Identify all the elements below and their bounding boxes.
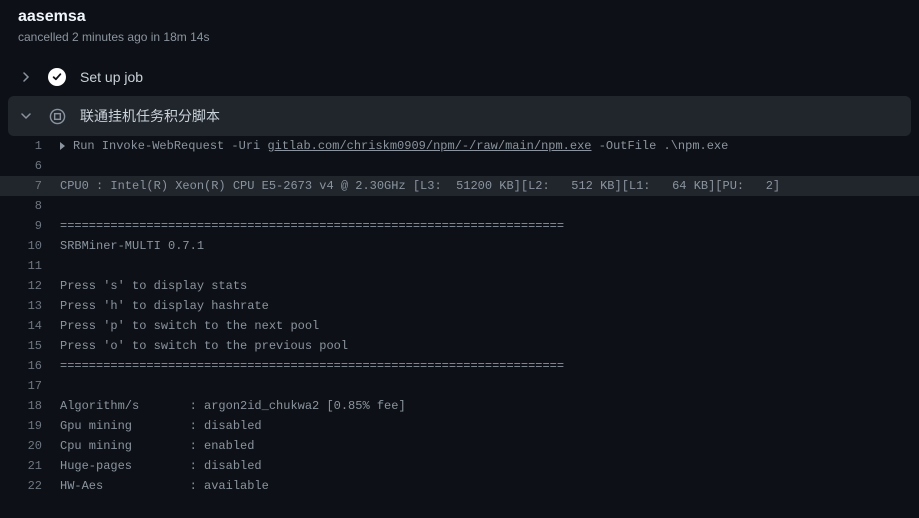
log-line[interactable]: 14Press 'p' to switch to the next pool [0, 316, 919, 336]
step-script-label: 联通挂机任务积分脚本 [80, 106, 220, 126]
line-content: Press 'p' to switch to the next pool [60, 316, 919, 336]
log-line[interactable]: 8 [0, 196, 919, 216]
log-line[interactable]: 6 [0, 156, 919, 176]
log-line[interactable]: 13Press 'h' to display hashrate [0, 296, 919, 316]
line-number: 13 [0, 296, 60, 316]
log-line[interactable]: 15Press 'o' to switch to the previous po… [0, 336, 919, 356]
log-line[interactable]: 12Press 's' to display stats [0, 276, 919, 296]
line-number: 17 [0, 376, 60, 396]
log-line[interactable]: 10SRBMiner-MULTI 0.7.1 [0, 236, 919, 256]
workflow-subtitle: cancelled 2 minutes ago in 18m 14s [18, 30, 901, 44]
line-content: ========================================… [60, 356, 919, 376]
step-setup-label: Set up job [80, 69, 143, 85]
line-content: Gpu mining : disabled [60, 416, 919, 436]
line-number: 7 [0, 176, 60, 196]
log-line[interactable]: 7CPU0 : Intel(R) Xeon(R) CPU E5-2673 v4 … [0, 176, 919, 196]
log-line[interactable]: 16======================================… [0, 356, 919, 376]
line-number: 22 [0, 476, 60, 496]
log-line[interactable]: 1Run Invoke-WebRequest -Uri gitlab.com/c… [0, 136, 919, 156]
line-number: 18 [0, 396, 60, 416]
line-content: Huge-pages : disabled [60, 456, 919, 476]
line-content: Press 's' to display stats [60, 276, 919, 296]
log-line[interactable]: 22HW-Aes : available [0, 476, 919, 496]
line-number: 16 [0, 356, 60, 376]
workflow-title: aasemsa [18, 8, 901, 26]
line-number: 8 [0, 196, 60, 216]
log-line[interactable]: 18Algorithm/s : argon2id_chukwa2 [0.85% … [0, 396, 919, 416]
expand-triangle-icon[interactable] [60, 142, 65, 150]
line-number: 11 [0, 256, 60, 276]
chevron-down-icon[interactable] [18, 108, 34, 124]
line-content: Press 'o' to switch to the previous pool [60, 336, 919, 356]
line-number: 15 [0, 336, 60, 356]
step-setup-job[interactable]: Set up job [0, 58, 919, 96]
log-line[interactable]: 19Gpu mining : disabled [0, 416, 919, 436]
line-number: 21 [0, 456, 60, 476]
line-number: 1 [0, 136, 60, 156]
log-line[interactable]: 9=======================================… [0, 216, 919, 236]
line-number: 10 [0, 236, 60, 256]
cancelled-icon [48, 107, 66, 125]
line-content: Algorithm/s : argon2id_chukwa2 [0.85% fe… [60, 396, 919, 416]
workflow-header: aasemsa cancelled 2 minutes ago in 18m 1… [0, 0, 919, 58]
log-output[interactable]: 1Run Invoke-WebRequest -Uri gitlab.com/c… [0, 136, 919, 496]
line-content: Press 'h' to display hashrate [60, 296, 919, 316]
log-line[interactable]: 20Cpu mining : enabled [0, 436, 919, 456]
line-content: Run Invoke-WebRequest -Uri gitlab.com/ch… [60, 136, 919, 156]
line-number: 9 [0, 216, 60, 236]
line-content: ========================================… [60, 216, 919, 236]
check-circle-icon [48, 68, 66, 86]
chevron-right-icon[interactable] [18, 69, 34, 85]
line-number: 14 [0, 316, 60, 336]
log-line[interactable]: 11 [0, 256, 919, 276]
log-line[interactable]: 17 [0, 376, 919, 396]
line-content: Cpu mining : enabled [60, 436, 919, 456]
log-line[interactable]: 21Huge-pages : disabled [0, 456, 919, 476]
line-number: 19 [0, 416, 60, 436]
line-content: CPU0 : Intel(R) Xeon(R) CPU E5-2673 v4 @… [60, 176, 919, 196]
line-content: HW-Aes : available [60, 476, 919, 496]
line-number: 12 [0, 276, 60, 296]
line-number: 6 [0, 156, 60, 176]
log-link[interactable]: gitlab.com/chriskm0909/npm/-/raw/main/np… [267, 139, 591, 153]
step-script[interactable]: 联通挂机任务积分脚本 [8, 96, 911, 136]
line-number: 20 [0, 436, 60, 456]
line-content: SRBMiner-MULTI 0.7.1 [60, 236, 919, 256]
